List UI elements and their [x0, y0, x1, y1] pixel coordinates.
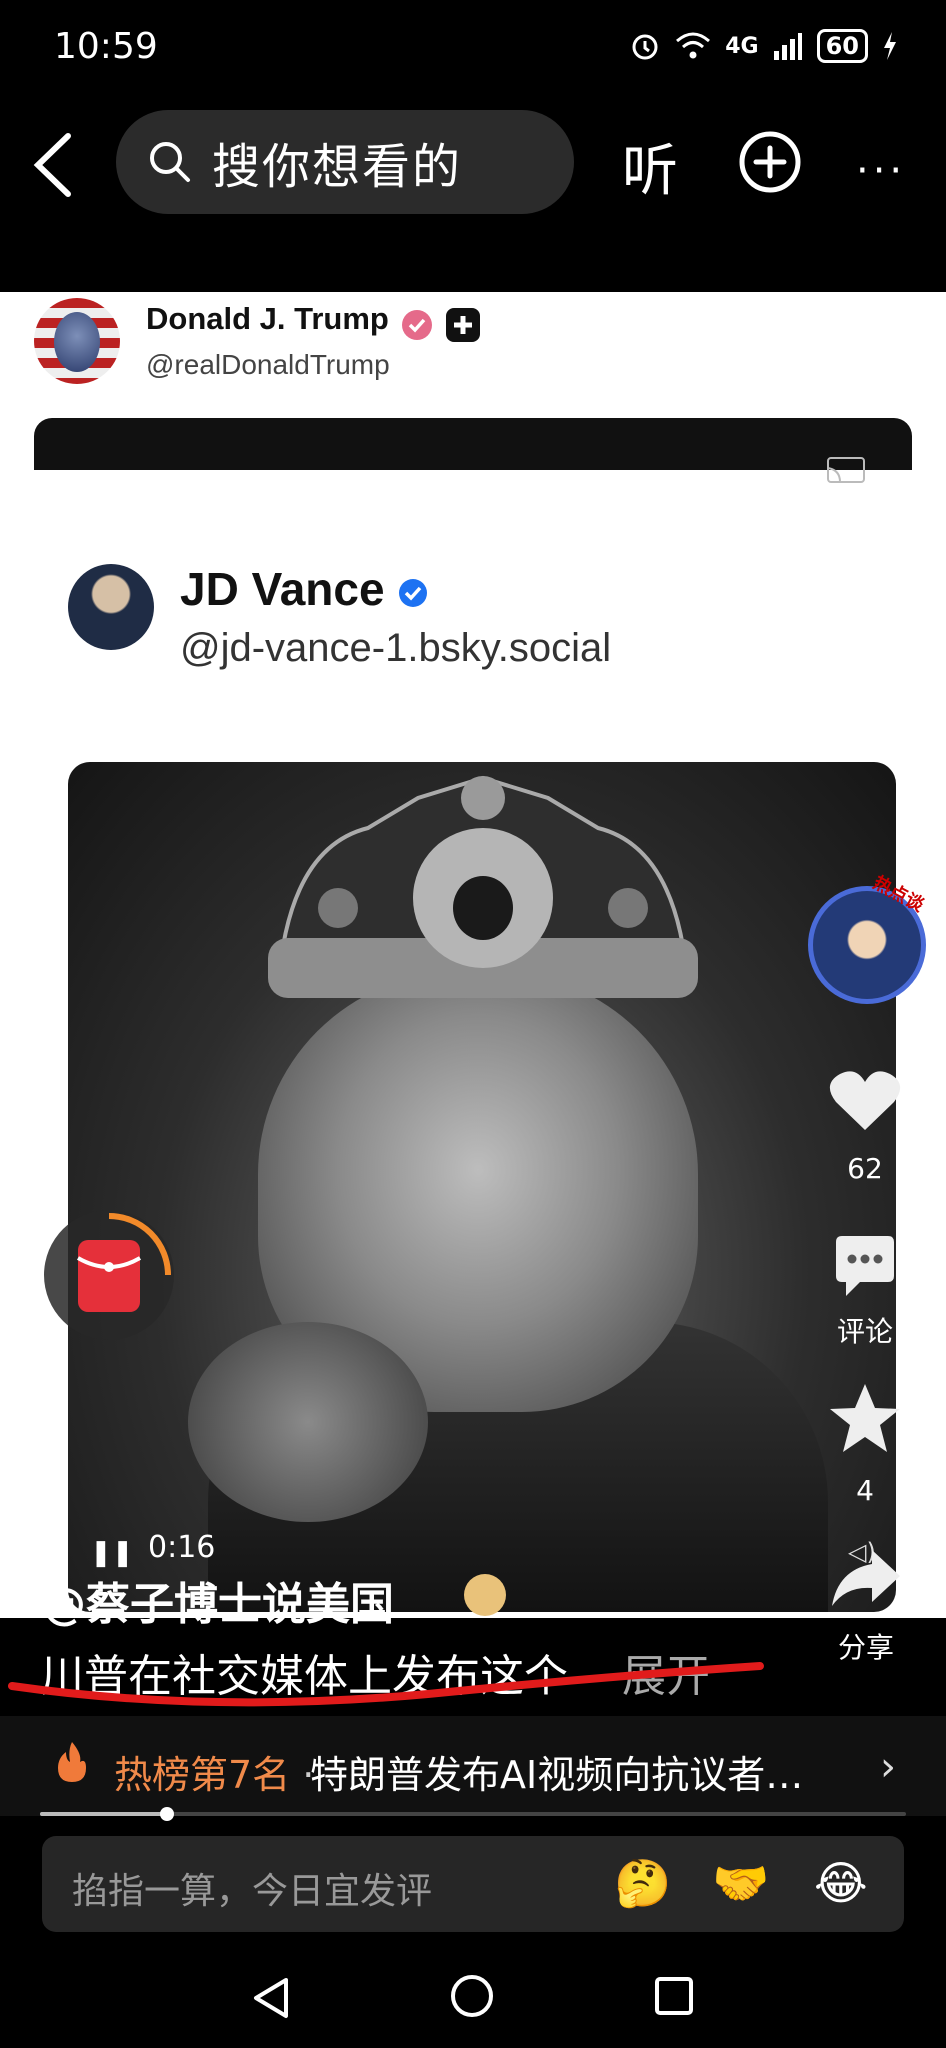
signal-icon [773, 33, 802, 60]
author-badge-icon [464, 1574, 506, 1616]
caption-author[interactable]: @蔡子博士说美国 [42, 1568, 394, 1632]
charging-icon [884, 32, 896, 60]
network-type: 4G [725, 33, 759, 59]
more-icon[interactable]: ··· [856, 148, 906, 194]
like-count: 62 [847, 1152, 883, 1185]
nav-back-icon[interactable] [250, 1976, 294, 2020]
hot-title: 特朗普发布AI视频向抗议者… [310, 1753, 804, 1797]
progress-fill [40, 1812, 166, 1816]
star-icon[interactable] [828, 1382, 902, 1454]
verified-icon [399, 578, 428, 607]
post-header: Donald J. Trump @realDonaldTrump [34, 298, 481, 384]
comment-icon[interactable] [830, 1234, 900, 1300]
wifi-icon [676, 32, 711, 59]
handshake-emoji-button[interactable]: 🤝 [712, 1856, 769, 1911]
red-packet-button[interactable] [44, 1210, 174, 1340]
comment-placeholder: 掐指一算，今日宜发评 [72, 1871, 433, 1912]
search-box[interactable]: 搜你想看的 [116, 110, 574, 214]
video-time: 0:16 [148, 1530, 216, 1565]
add-icon[interactable] [738, 130, 802, 194]
plus-badge-icon [446, 307, 481, 342]
video-player[interactable]: Donald J. Trump @realDonaldTrump JD Vanc… [0, 292, 946, 1618]
red-underline-annotation [8, 1662, 764, 1707]
comment-label: 评论 [836, 1315, 893, 1348]
search-icon [150, 142, 190, 182]
progress-knob[interactable] [160, 1807, 174, 1821]
hot-rank: 热榜第7名 · [114, 1753, 315, 1797]
status-icons: 4G 60 [629, 26, 898, 66]
media-strip [34, 418, 912, 470]
embedded-name: JD Vance [180, 562, 429, 616]
embedded-avatar [68, 564, 154, 650]
battery-icon: 60 [816, 29, 868, 63]
video-figure-hand [188, 1322, 428, 1522]
nav-recent-icon[interactable] [654, 1976, 694, 2016]
red-packet-icon [76, 1213, 171, 1312]
heart-icon[interactable] [828, 1068, 902, 1134]
fire-icon [58, 1742, 86, 1782]
share-label: 分享 [837, 1631, 894, 1664]
laugh-emoji-button[interactable]: 😂 [814, 1856, 868, 1910]
author-name: Donald J. Trump [146, 301, 389, 337]
share-icon[interactable] [830, 1548, 902, 1608]
thinking-emoji-button[interactable]: 🤔 [614, 1856, 671, 1911]
embedded-handle: @jd-vance-1.bsky.social [180, 626, 612, 670]
search-placeholder: 搜你想看的 [212, 139, 463, 195]
cast-icon[interactable] [826, 456, 866, 486]
author-handle: @realDonaldTrump [146, 348, 390, 380]
embedded-video[interactable]: ❚❚ 0:16 ◁) [68, 762, 896, 1612]
nav-home-icon[interactable] [450, 1974, 494, 2018]
pause-icon[interactable]: ❚❚ [90, 1538, 134, 1568]
verified-icon [401, 309, 432, 340]
alarm-icon [632, 34, 658, 60]
crown-graphic [268, 775, 698, 998]
author-avatar [34, 298, 120, 384]
listen-button[interactable]: 听 [622, 126, 678, 207]
favorite-count: 4 [856, 1474, 874, 1507]
status-time: 10:59 [54, 26, 158, 67]
back-button[interactable] [28, 130, 78, 200]
chevron-right-icon[interactable]: › [880, 1744, 896, 1790]
